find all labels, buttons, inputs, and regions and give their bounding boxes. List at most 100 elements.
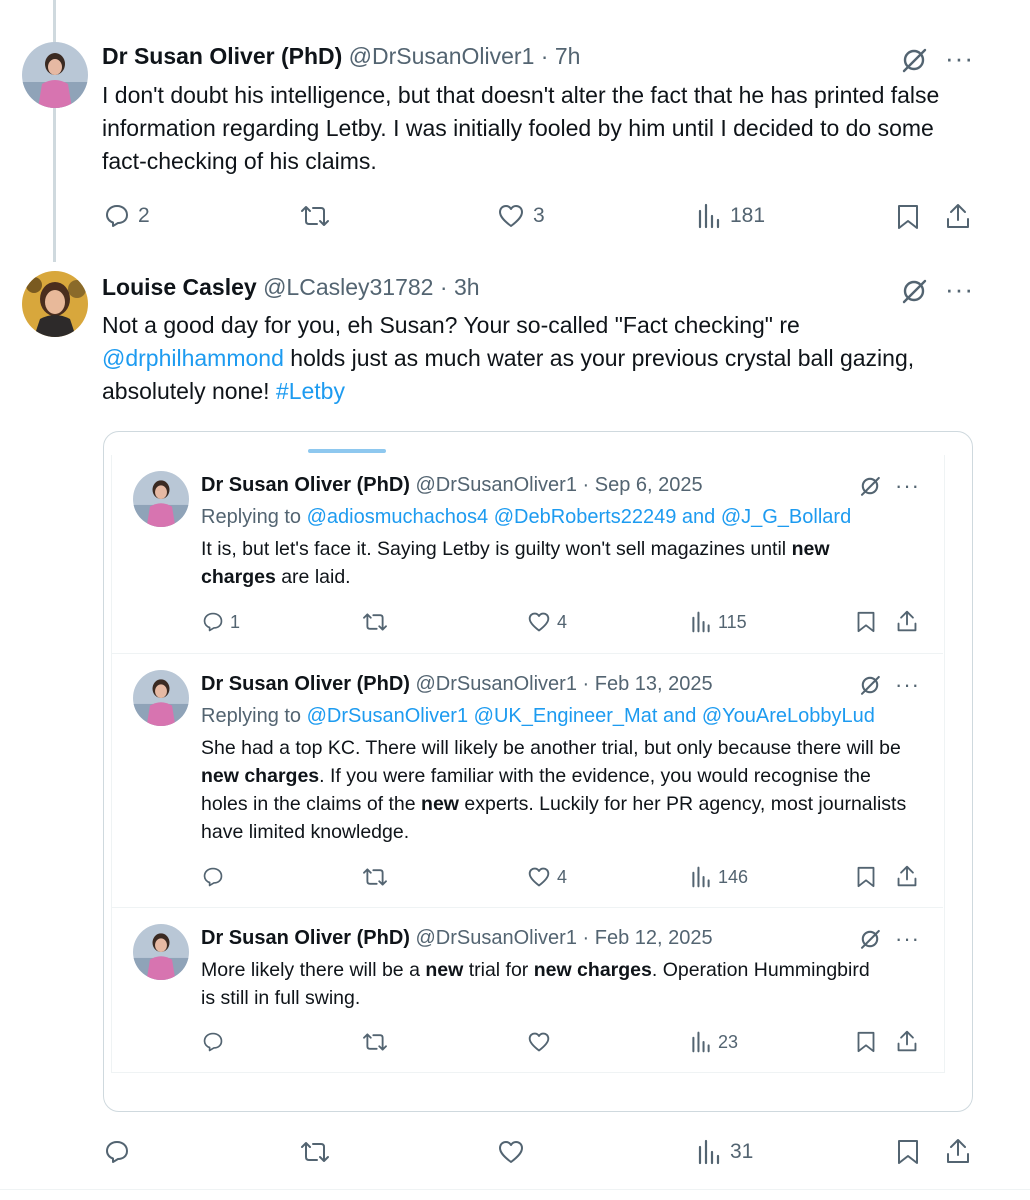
retweet-icon bbox=[363, 1033, 387, 1051]
like-count: 4 bbox=[557, 611, 568, 632]
replying-label: Replying to bbox=[201, 705, 307, 727]
replying-to-line: Replying to @adiosmuchachos4 @DebRoberts… bbox=[201, 504, 851, 530]
mention-link: @J_G_Bollard bbox=[720, 506, 852, 528]
quoted-2-text: She had a top KC. There will likely be a… bbox=[201, 734, 911, 846]
separator-dot: · bbox=[433, 274, 454, 300]
reply-button[interactable]: 2 bbox=[104, 203, 150, 229]
tweet-2-text: Not a good day for you, eh Susan? Your s… bbox=[102, 309, 952, 408]
heart-icon bbox=[528, 1032, 550, 1052]
like-count: 4 bbox=[557, 866, 568, 887]
bookmark-icon bbox=[857, 866, 875, 888]
retweet-button[interactable] bbox=[300, 1139, 330, 1165]
author-name: Dr Susan Oliver (PhD) bbox=[201, 474, 410, 496]
like-button bbox=[527, 1031, 551, 1053]
author-name[interactable]: Dr Susan Oliver (PhD) bbox=[102, 43, 342, 69]
author-name: Dr Susan Oliver (PhD) bbox=[201, 927, 410, 949]
views-button[interactable]: 31 bbox=[696, 1139, 753, 1165]
tweet-divider bbox=[111, 653, 943, 654]
timestamp[interactable]: 3h bbox=[454, 274, 480, 300]
bookmark-button[interactable] bbox=[896, 1138, 920, 1166]
mention-link[interactable]: @drphilhammond bbox=[102, 345, 284, 371]
retweet-icon bbox=[363, 868, 387, 886]
views-button: 115 bbox=[690, 611, 747, 633]
mention-link: @YouAreLobbyLud bbox=[701, 705, 875, 727]
reply-icon bbox=[203, 867, 223, 887]
retweet-button bbox=[362, 611, 388, 633]
bookmark-button bbox=[856, 1030, 876, 1054]
quoted-3-header: Dr Susan Oliver (PhD) @DrSusanOliver1 · … bbox=[201, 925, 713, 951]
mention-link: @DebRoberts22249 bbox=[493, 506, 677, 528]
views-count: 146 bbox=[718, 866, 749, 887]
bold-segment: new charges bbox=[201, 765, 320, 787]
avatar-louise-casley[interactable] bbox=[22, 271, 88, 337]
grok-icon bbox=[858, 673, 882, 702]
more-options-icon: ··· bbox=[895, 672, 920, 697]
separator-dot: · bbox=[576, 474, 595, 496]
quoted-2-header: Dr Susan Oliver (PhD) @DrSusanOliver1 · … bbox=[201, 671, 713, 697]
like-button[interactable] bbox=[497, 1139, 525, 1165]
timestamp: Feb 12, 2025 bbox=[594, 927, 713, 949]
timestamp[interactable]: 7h bbox=[555, 43, 581, 69]
and-label: and bbox=[657, 705, 702, 727]
views-button: 23 bbox=[690, 1031, 738, 1053]
tweet-divider bbox=[111, 907, 943, 908]
retweet-icon bbox=[363, 613, 387, 631]
like-button: 4 bbox=[527, 866, 567, 888]
bookmark-button bbox=[856, 610, 876, 634]
author-handle[interactable]: @LCasley31782 bbox=[263, 274, 433, 300]
tweet-2-header: Louise Casley @LCasley31782 · 3h bbox=[102, 273, 480, 301]
avatar-susan-oliver[interactable] bbox=[22, 42, 88, 108]
bookmark-icon bbox=[898, 205, 918, 229]
author-handle: @DrSusanOliver1 bbox=[415, 474, 577, 496]
share-icon bbox=[947, 1139, 969, 1163]
bold-segment: new charges bbox=[533, 959, 652, 981]
views-button[interactable]: 181 bbox=[696, 203, 765, 229]
grok-icon[interactable] bbox=[899, 276, 929, 311]
retweet-icon bbox=[301, 1142, 329, 1162]
reply-count: 2 bbox=[138, 204, 150, 227]
scroll-indicator bbox=[308, 449, 386, 453]
views-count: 181 bbox=[730, 204, 766, 227]
text-segment: She had a top KC. There will likely be a… bbox=[201, 737, 901, 759]
bookmark-button[interactable] bbox=[896, 203, 920, 231]
more-options-icon: ··· bbox=[895, 473, 920, 498]
text-segment: are laid. bbox=[275, 566, 351, 588]
timestamp: Sep 6, 2025 bbox=[594, 474, 703, 496]
reply-icon bbox=[203, 612, 223, 632]
reply-button[interactable] bbox=[104, 1139, 130, 1165]
share-button[interactable] bbox=[945, 1137, 971, 1165]
author-handle[interactable]: @DrSusanOliver1 bbox=[349, 43, 535, 69]
retweet-icon bbox=[301, 206, 329, 226]
heart-icon bbox=[528, 612, 550, 632]
views-chart-icon bbox=[692, 1031, 710, 1053]
author-name[interactable]: Louise Casley bbox=[102, 274, 257, 300]
bold-segment: new bbox=[421, 793, 459, 815]
avatar-susan-oliver bbox=[133, 471, 189, 527]
grok-icon[interactable] bbox=[899, 45, 929, 80]
like-button[interactable]: 3 bbox=[497, 203, 545, 229]
mention-link: @DrSusanOliver1 bbox=[306, 705, 469, 727]
retweet-button bbox=[362, 1031, 388, 1053]
more-options-icon[interactable]: ··· bbox=[945, 45, 974, 71]
tweet-1-text: I don't doubt his intelligence, but that… bbox=[102, 82, 940, 174]
more-options-icon[interactable]: ··· bbox=[945, 276, 974, 302]
views-chart-icon bbox=[692, 611, 710, 633]
quoted-1-header: Dr Susan Oliver (PhD) @DrSusanOliver1 · … bbox=[201, 472, 703, 498]
share-button bbox=[896, 609, 918, 633]
share-button bbox=[896, 864, 918, 888]
like-button: 4 bbox=[527, 611, 567, 633]
author-handle: @DrSusanOliver1 bbox=[415, 927, 577, 949]
hashtag-link[interactable]: #Letby bbox=[276, 378, 345, 404]
views-chart-icon bbox=[698, 1139, 720, 1165]
separator-dot: · bbox=[576, 927, 595, 949]
share-button[interactable] bbox=[945, 202, 971, 230]
avatar-image bbox=[22, 271, 88, 337]
retweet-button[interactable] bbox=[300, 203, 330, 229]
author-name: Dr Susan Oliver (PhD) bbox=[201, 673, 410, 695]
reply-button: 1 bbox=[202, 611, 240, 633]
replying-to-line: Replying to @DrSusanOliver1 @UK_Engineer… bbox=[201, 703, 875, 729]
views-chart-icon bbox=[692, 866, 710, 888]
separator-dot: · bbox=[534, 43, 555, 69]
text-segment: It is, but let's face it. Saying Letby i… bbox=[201, 538, 792, 560]
avatar-image bbox=[133, 670, 189, 726]
